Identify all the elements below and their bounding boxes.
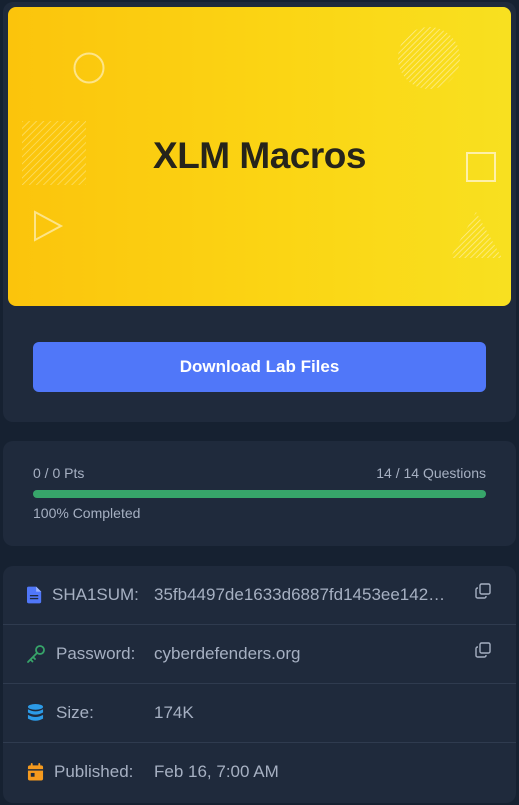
password-row: Password: cyberdefenders.org	[3, 625, 516, 684]
triangle-outline-decoration-icon	[34, 210, 64, 242]
sha1sum-value: 35fb4497de1633d6887fd1453ee142…	[154, 585, 446, 604]
copy-sha1-icon[interactable]	[475, 583, 491, 599]
lab-info-card: SHA1SUM: 35fb4497de1633d6887fd1453ee142……	[3, 566, 516, 803]
completion-text: 100% Completed	[33, 505, 141, 521]
hatched-circle-decoration-icon	[398, 27, 460, 89]
progress-bar-fill	[33, 490, 486, 498]
sha1sum-label: SHA1SUM:	[52, 585, 139, 604]
circle-decoration-icon	[73, 52, 105, 84]
questions-count: 14 / 14 Questions	[376, 465, 486, 481]
published-label: Published:	[54, 762, 134, 781]
lab-banner: XLM Macros	[8, 7, 511, 306]
size-row: Size: 174K	[3, 684, 516, 743]
key-icon	[27, 645, 45, 663]
lab-title: XLM Macros	[153, 135, 366, 176]
size-label: Size:	[56, 703, 94, 722]
published-value: Feb 16, 7:00 AM	[154, 762, 279, 781]
password-value: cyberdefenders.org	[154, 644, 301, 663]
calendar-icon	[27, 763, 44, 781]
download-lab-files-button[interactable]: Download Lab Files	[33, 342, 486, 392]
progress-card: 0 / 0 Pts 14 / 14 Questions 100% Complet…	[3, 441, 516, 546]
lab-header-card: XLM Macros Download Lab Files	[3, 2, 516, 422]
progress-bar	[33, 490, 486, 498]
sha1sum-row: SHA1SUM: 35fb4497de1633d6887fd1453ee142…	[3, 566, 516, 625]
file-icon	[27, 586, 42, 604]
size-value: 174K	[154, 703, 194, 722]
database-icon	[27, 704, 44, 721]
hatched-triangle-decoration-icon	[450, 212, 502, 258]
password-label: Password:	[56, 644, 136, 663]
copy-password-icon[interactable]	[475, 642, 491, 658]
points-text: 0 / 0 Pts	[33, 465, 85, 481]
published-row: Published: Feb 16, 7:00 AM	[3, 743, 516, 802]
